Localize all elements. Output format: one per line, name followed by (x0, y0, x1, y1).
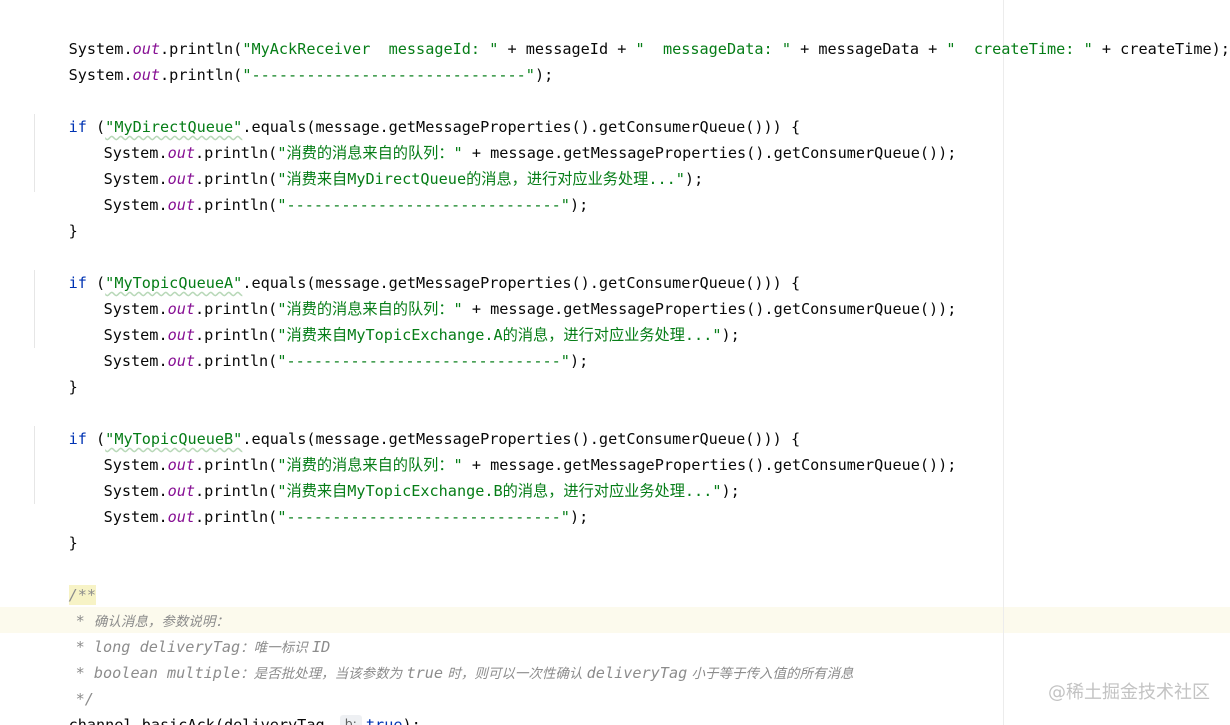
code-token-field: out (132, 66, 161, 84)
code-line-if-topic-queue-a[interactable]: if ("MyTopicQueueA".equals(message.getMe… (32, 244, 801, 292)
code-line-print[interactable]: System.out.println("消费的消息来自的队列：" + messa… (67, 426, 957, 474)
code-token: System. (103, 352, 168, 370)
code-line-print-separator[interactable]: System.out.println("--------------------… (32, 36, 554, 84)
code-token: ); (569, 196, 589, 214)
code-token-keyword: true (365, 716, 403, 725)
code-token-comment: ：是否批处理，当该参数为 (240, 666, 407, 682)
code-token: .println( (195, 352, 278, 370)
code-token-comment: deliveryTag (586, 664, 688, 682)
code-token-string: " messageData: " (635, 40, 791, 58)
code-token: .println( (195, 508, 278, 526)
code-line-if-topic-queue-b[interactable]: if ("MyTopicQueueB".equals(message.getMe… (32, 400, 801, 448)
code-token: } (68, 534, 78, 552)
code-token: ); (721, 482, 740, 500)
code-token-comment: 小于等于传入值的所有消息 (687, 666, 854, 682)
code-token: ); (534, 66, 554, 84)
code-token: ); (684, 170, 704, 188)
code-token: ); (402, 716, 421, 725)
watermark: @稀土掘金技术社区 (1048, 682, 1210, 703)
code-line-doc-end[interactable]: */ (39, 660, 94, 708)
code-line-close-brace[interactable]: } (32, 348, 78, 396)
code-line-print[interactable]: System.out.println("消费来自MyDirectQueue的消息… (67, 140, 704, 188)
code-token: System. (68, 66, 133, 84)
code-line-print[interactable]: System.out.println("消费的消息来自的队列：" + messa… (67, 270, 957, 318)
code-line-print[interactable]: System.out.println("消费的消息来自的队列：" + messa… (67, 114, 957, 162)
code-line-doc[interactable]: * boolean multiple：是否批处理，当该参数为 true 时，则可… (39, 634, 854, 682)
code-token-string: "------------------------------" (277, 352, 570, 370)
code-token: ); (721, 326, 740, 344)
parameter-hint: b: (339, 715, 362, 725)
code-line-print-ack[interactable]: System.out.println("MyAckReceiver messag… (32, 10, 1230, 58)
code-token-field: out (167, 352, 196, 370)
code-token-string: "------------------------------" (277, 196, 570, 214)
code-token: } (68, 378, 78, 396)
code-line-doc[interactable]: * 确认消息，参数说明： (39, 582, 229, 630)
code-line-print[interactable]: System.out.println("消费来自MyTopicExchange.… (67, 452, 740, 500)
code-line-close-brace[interactable]: } (32, 192, 78, 240)
code-token: ); (569, 508, 589, 526)
code-token-field: out (167, 508, 196, 526)
code-token: .println( (195, 196, 278, 214)
code-token-field: out (167, 196, 196, 214)
code-line-print[interactable]: System.out.println("--------------------… (67, 322, 589, 370)
code-line-basic-ack[interactable]: channel.basicAck(deliveryTag, b: true); (32, 686, 421, 725)
code-token: + messageData + (790, 40, 947, 58)
code-line-doc[interactable]: * long deliveryTag：唯一标识 ID (39, 608, 331, 656)
code-token: System. (103, 508, 168, 526)
code-token: + createTime); (1092, 40, 1230, 58)
code-editor[interactable]: System.out.println("MyAckReceiver messag… (0, 0, 1230, 725)
code-line-print[interactable]: System.out.println("消费来自MyTopicExchange.… (67, 296, 740, 344)
code-token-comment: 时，则可以一次性确认 (443, 666, 587, 682)
code-token: System. (103, 196, 168, 214)
code-token-string: " createTime: " (946, 40, 1093, 58)
code-token: .println( (160, 66, 243, 84)
code-line-print[interactable]: System.out.println("--------------------… (67, 166, 589, 214)
code-token-comment: true (406, 664, 444, 682)
code-token-string: "------------------------------" (277, 508, 570, 526)
code-line-if-direct-queue[interactable]: if ("MyDirectQueue".equals(message.getMe… (32, 88, 801, 136)
code-line-print[interactable]: System.out.println("--------------------… (67, 478, 589, 526)
code-token: } (68, 222, 78, 240)
right-margin-guide (1003, 0, 1004, 725)
code-token: ); (569, 352, 589, 370)
code-line-close-brace[interactable]: } (32, 504, 78, 552)
code-token: channel.basicAck(deliveryTag, (68, 716, 334, 725)
code-line-doc-start[interactable]: /** (32, 556, 97, 605)
code-token-string: "------------------------------" (242, 66, 535, 84)
code-token-comment-param: boolean multiple (93, 664, 241, 682)
